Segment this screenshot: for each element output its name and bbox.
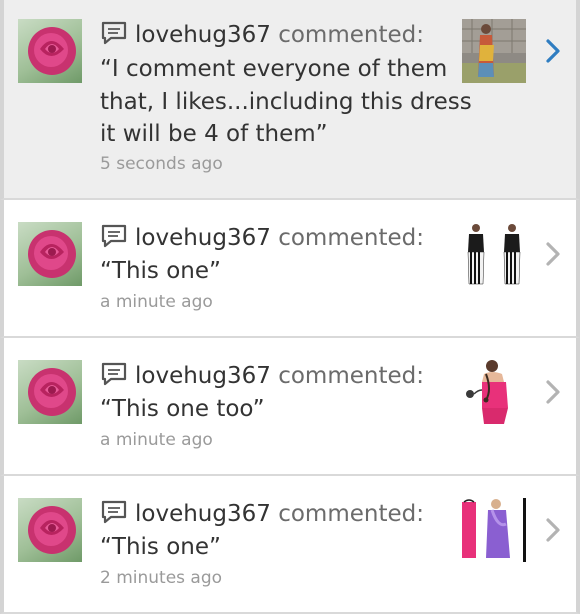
timestamp: 2 minutes ago [100, 568, 223, 588]
listing-thumbnail[interactable] [462, 19, 526, 83]
rose-avatar-icon[interactable] [18, 360, 82, 424]
chevron-right-icon[interactable] [544, 241, 562, 267]
username[interactable]: lovehug367 [135, 22, 271, 48]
comment-text: “This one” [100, 258, 221, 284]
timestamp: 5 seconds ago [100, 154, 223, 174]
comment-header: lovehug367 commented: [100, 360, 424, 392]
notification-row[interactable]: lovehug367 commented: “This one” 2 minut… [0, 476, 580, 614]
comment-header: lovehug367 commented: [100, 19, 424, 51]
comment-bubble-icon [100, 499, 128, 525]
chevron-right-icon[interactable] [544, 38, 562, 64]
comment-action: commented: [278, 22, 424, 48]
comment-action: commented: [278, 501, 424, 527]
comment-text: that, I likes...including this dress [100, 89, 472, 115]
username[interactable]: lovehug367 [135, 363, 271, 389]
comment-text: “This one” [100, 534, 221, 560]
listing-thumbnail[interactable] [462, 498, 526, 562]
timestamp: a minute ago [100, 292, 213, 312]
comment-action: commented: [278, 225, 424, 251]
comment-header: lovehug367 commented: [100, 498, 424, 530]
comment-bubble-icon [100, 361, 128, 387]
chevron-right-icon[interactable] [544, 379, 562, 405]
comment-bubble-icon [100, 223, 128, 249]
rose-avatar-icon[interactable] [18, 498, 82, 562]
username[interactable]: lovehug367 [135, 501, 271, 527]
timestamp: a minute ago [100, 430, 213, 450]
rose-avatar-icon[interactable] [18, 19, 82, 83]
notification-row[interactable]: lovehug367 commented: “I comment everyon… [0, 0, 580, 200]
rose-avatar-icon[interactable] [18, 222, 82, 286]
comment-text: “This one too” [100, 396, 265, 422]
comment-text: “I comment everyone of them [100, 56, 448, 82]
notification-feed: lovehug367 commented: “I comment everyon… [0, 0, 580, 614]
username[interactable]: lovehug367 [135, 225, 271, 251]
notification-row[interactable]: lovehug367 commented: “This one too” a m… [0, 338, 580, 476]
comment-text: it will be 4 of them” [100, 121, 328, 147]
listing-thumbnail[interactable] [462, 360, 526, 424]
comment-bubble-icon [100, 20, 128, 46]
comment-header: lovehug367 commented: [100, 222, 424, 254]
comment-action: commented: [278, 363, 424, 389]
chevron-right-icon[interactable] [544, 517, 562, 543]
notification-row[interactable]: lovehug367 commented: “This one” a minut… [0, 200, 580, 338]
listing-thumbnail[interactable] [462, 222, 526, 286]
